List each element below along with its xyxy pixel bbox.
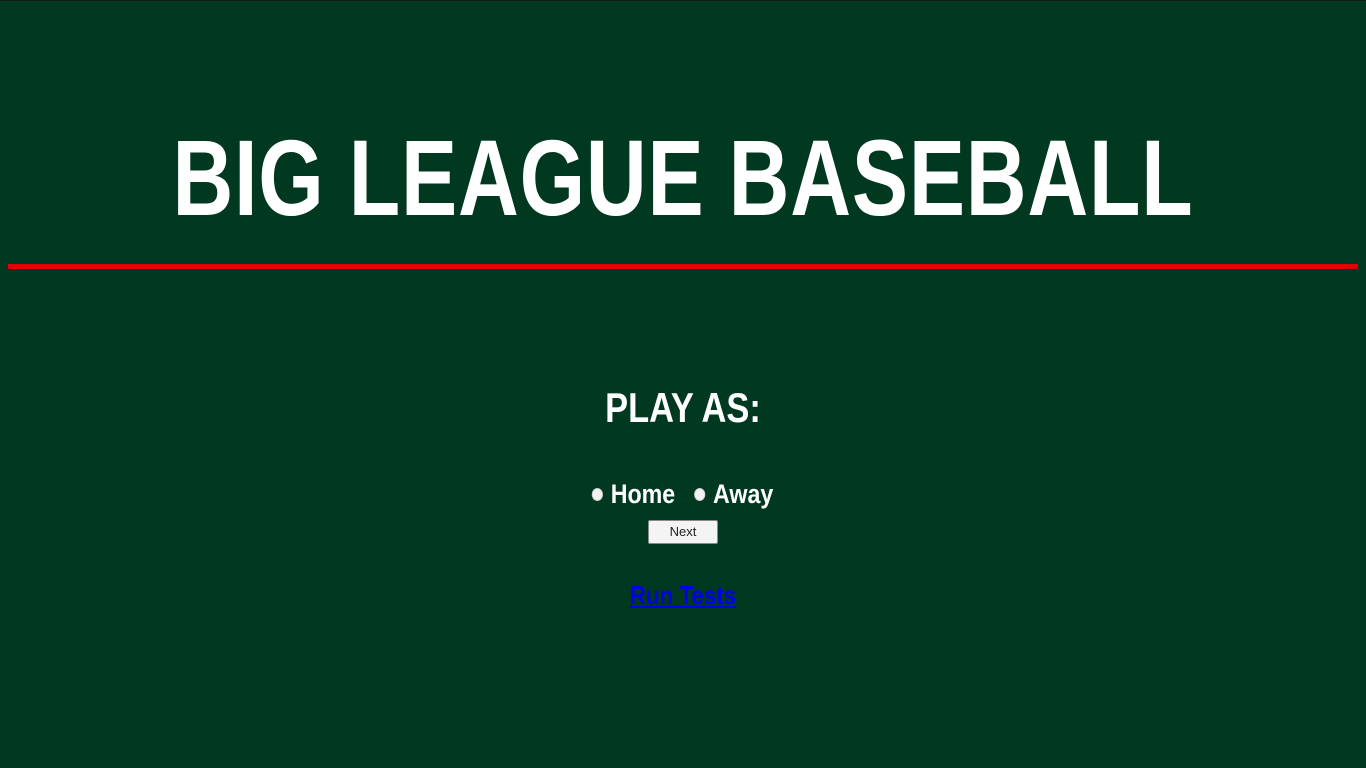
- page-title: BIG LEAGUE BASEBALL: [172, 117, 1194, 238]
- radio-options: Home Away: [592, 477, 774, 511]
- away-radio-label[interactable]: Away: [714, 477, 774, 511]
- team-choice-group: Home Away: [0, 477, 1366, 511]
- header-divider: [8, 264, 1358, 269]
- home-radio-label[interactable]: Home: [611, 477, 676, 511]
- away-radio[interactable]: [694, 487, 706, 501]
- run-tests-link[interactable]: Run Tests: [96, 578, 1271, 612]
- home-radio[interactable]: [592, 487, 604, 501]
- play-as-heading: PLAY AS:: [605, 384, 761, 431]
- next-button[interactable]: Next: [648, 520, 718, 544]
